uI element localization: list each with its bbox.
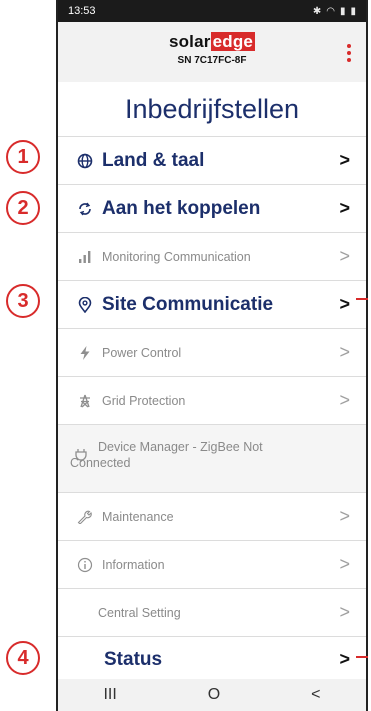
menu-label: Site Communicatie [102, 293, 274, 315]
menu-item-maintenance[interactable]: Maintenance > [58, 492, 366, 540]
wifi-icon: ◠ [326, 5, 335, 17]
chevron-right-icon: > [339, 198, 350, 218]
info-icon [74, 557, 96, 573]
phone-screen: 13:53 ✱ ◠ ▮ ▮ solar edge SN 7C17FC-8F Inb… [56, 0, 368, 711]
device-manager-line: Device Manager - ZigBee Not Connected [70, 439, 300, 471]
globe-icon [74, 153, 96, 169]
status-time: 13:53 [68, 5, 96, 17]
menu-label: Aan het koppelen [102, 197, 261, 219]
menu-label: Land & taal [102, 149, 205, 171]
menu-label: Monitoring Communication [102, 249, 251, 264]
transmission-tower-icon [74, 394, 96, 408]
location-pin-icon [74, 296, 96, 313]
menu-item-device-manager[interactable]: Device Manager - ZigBee Not Connected [58, 424, 366, 492]
menu-item-information[interactable]: Information > [58, 540, 366, 588]
back-button[interactable]: < [311, 686, 320, 704]
menu-item-site-communicatie[interactable]: Site Communicatie > [58, 280, 366, 328]
page-title: Inbedrijfstellen [124, 94, 300, 124]
more-menu-icon[interactable] [346, 44, 352, 62]
menu-label: Maintenance [102, 509, 174, 524]
bar-chart-icon [74, 250, 96, 264]
logo-text-solar: solar [168, 32, 211, 51]
menu-item-power-control[interactable]: Power Control > [58, 328, 366, 376]
chevron-right-icon: > [339, 246, 350, 266]
chevron-right-icon: > [339, 649, 350, 669]
commissioning-menu: Land & taal > Aan het koppelen > Monitor… [58, 136, 366, 682]
chevron-right-icon: > [339, 342, 350, 362]
lightning-icon [74, 345, 96, 360]
logo-text-edge: edge [210, 32, 256, 51]
menu-item-central-setting[interactable]: Central Setting > [58, 588, 366, 636]
status-bar: 13:53 ✱ ◠ ▮ ▮ [58, 0, 366, 22]
chevron-right-icon: > [339, 554, 350, 574]
system-icons: ✱ ◠ ▮ ▮ [313, 6, 356, 17]
callout-3-marker [356, 298, 368, 300]
callout-1: 1 [6, 140, 40, 174]
callout-4: 4 [6, 641, 40, 675]
callout-2: 2 [6, 191, 40, 225]
menu-item-land-taal[interactable]: Land & taal > [58, 136, 366, 184]
recent-apps-button[interactable]: III [103, 686, 116, 704]
pairing-icon [74, 201, 96, 217]
solaredge-logo: solar edge [58, 32, 366, 52]
menu-label: Information [102, 557, 165, 572]
serial-number: SN 7C17FC-8F [177, 55, 247, 66]
menu-label: Grid Protection [102, 393, 186, 408]
chevron-right-icon: > [339, 506, 350, 526]
chevron-right-icon: > [339, 294, 350, 314]
bluetooth-icon: ✱ [312, 5, 322, 17]
callout-4-marker [356, 656, 368, 658]
menu-item-status[interactable]: Status > [58, 636, 366, 682]
menu-item-aan-het-koppelen[interactable]: Aan het koppelen > [58, 184, 366, 232]
menu-item-grid-protection[interactable]: Grid Protection > [58, 376, 366, 424]
battery-icon: ▮ [350, 5, 356, 17]
menu-label: Status [104, 648, 163, 670]
wrench-icon [74, 510, 96, 524]
chevron-right-icon: > [339, 150, 350, 170]
menu-item-monitoring-communication[interactable]: Monitoring Communication > [58, 232, 366, 280]
chevron-right-icon: > [339, 602, 350, 622]
android-nav-bar: III O < [58, 679, 366, 711]
home-button[interactable]: O [208, 686, 220, 704]
signal-icon: ▮ [339, 5, 346, 17]
app-header: solar edge SN 7C17FC-8F [58, 22, 366, 82]
callout-3: 3 [6, 284, 40, 318]
chevron-right-icon: > [339, 390, 350, 410]
menu-label: Device Manager - ZigBee Not Connected [70, 440, 263, 470]
menu-label: Power Control [102, 345, 182, 360]
menu-label: Central Setting [98, 605, 181, 620]
